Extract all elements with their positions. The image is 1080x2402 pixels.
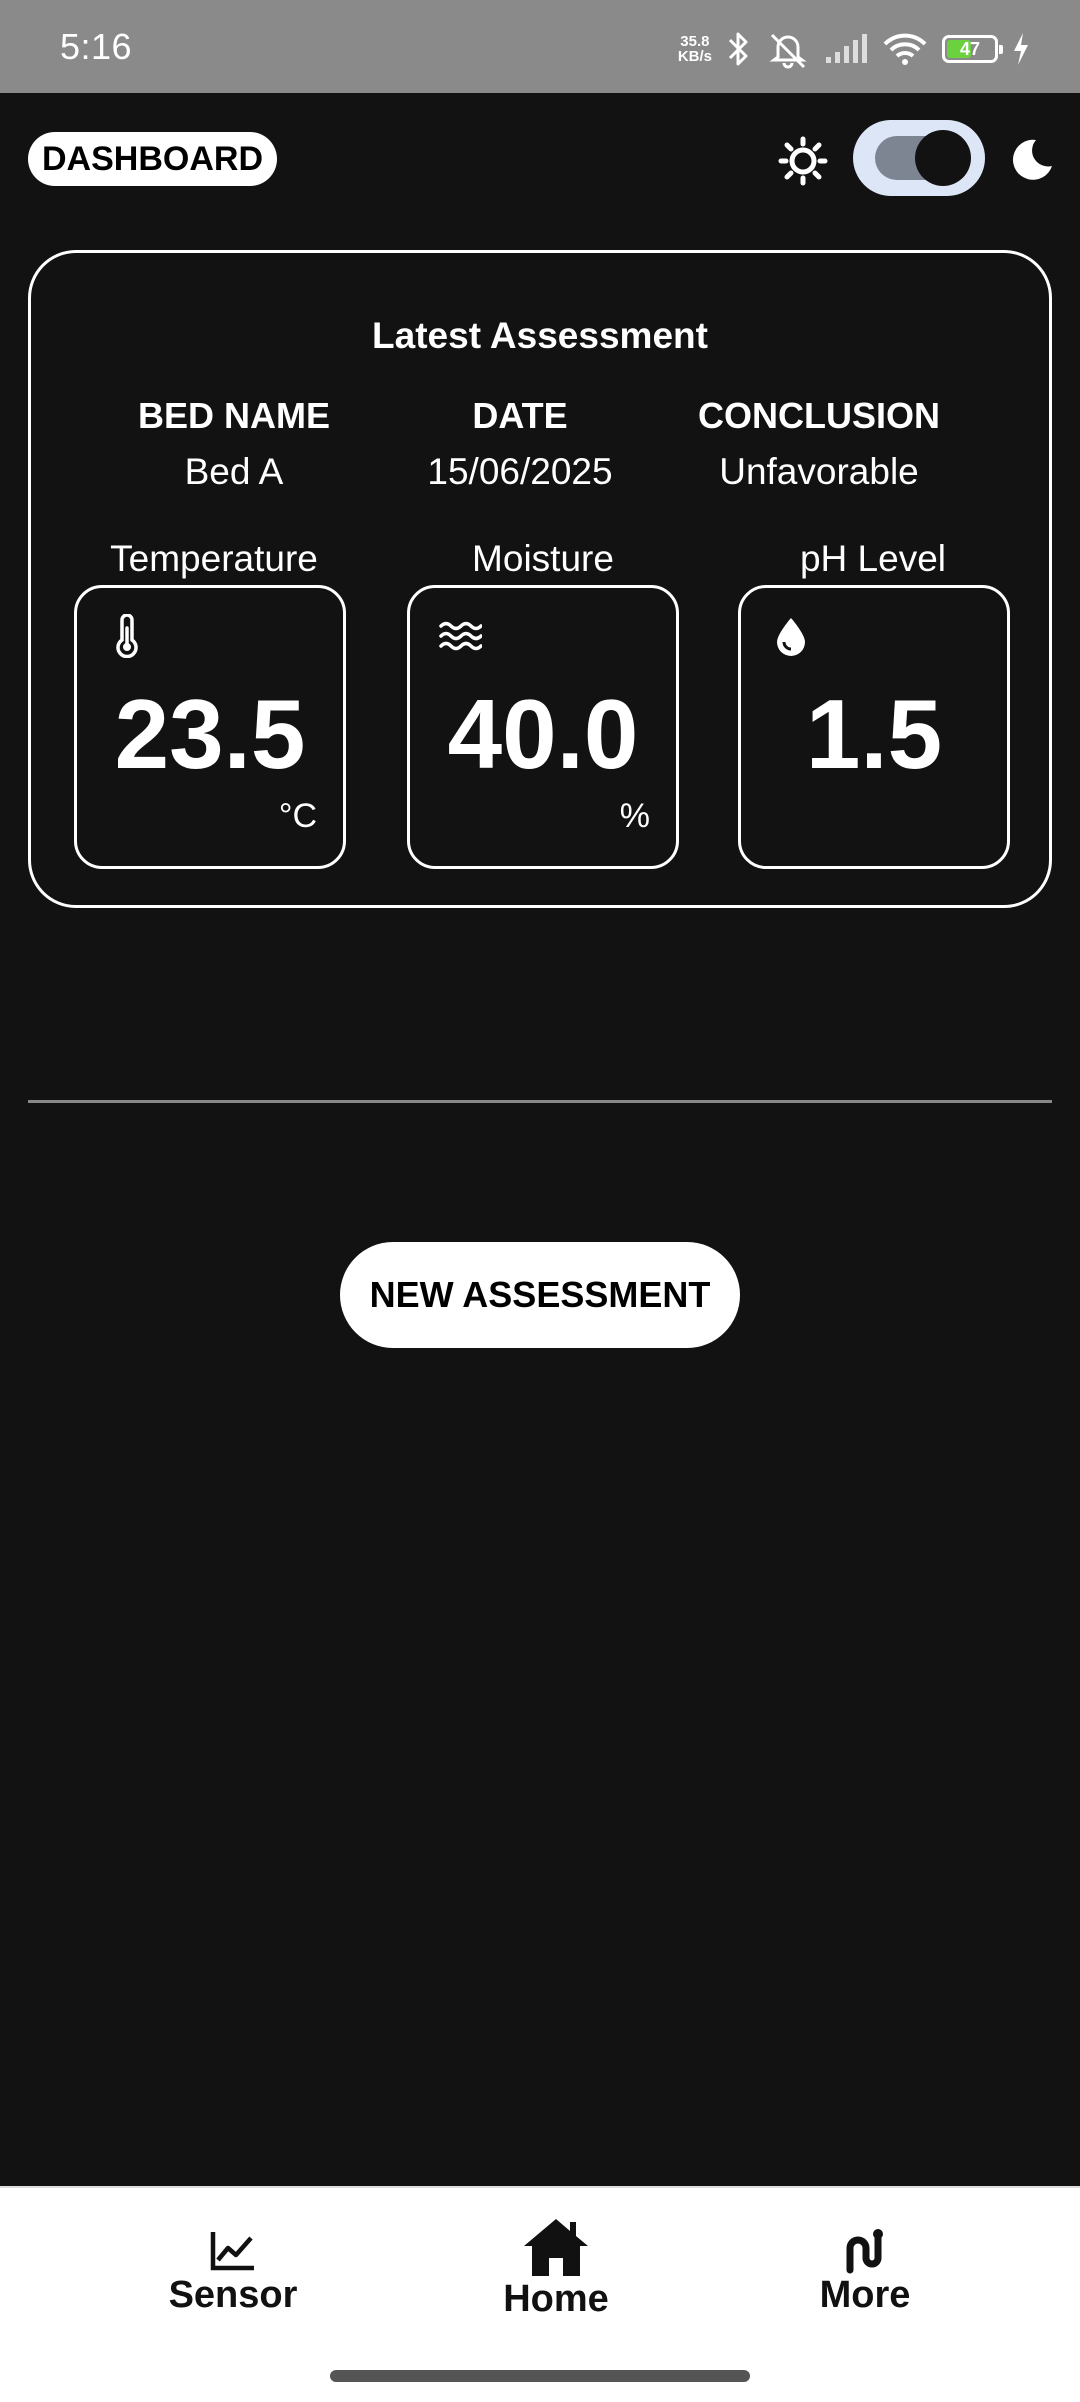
sun-icon [778, 136, 828, 186]
bed-name-column: BED NAME Bed A [74, 395, 394, 493]
nav-label-more: More [819, 2274, 911, 2316]
temperature-tile: 23.5 °C [74, 585, 346, 869]
home-indicator [330, 2370, 750, 2382]
temperature-value: 23.5 [114, 679, 306, 789]
bed-name-value: Bed A [184, 451, 284, 492]
status-icons: 35.8 KB/s 47 [678, 28, 1030, 70]
net-speed-value: 35.8 [680, 33, 710, 50]
bed-name-header: BED NAME [137, 395, 330, 436]
signal-icon [826, 34, 867, 63]
nav-label-home: Home [503, 2278, 609, 2320]
wifi-icon [883, 33, 927, 65]
toggle-knob [915, 130, 971, 186]
temperature-unit: °C [278, 797, 317, 835]
bottom-navigation: Sensor Home More [0, 2186, 1080, 2402]
thermometer-icon [116, 614, 138, 658]
date-column: DATE 15/06/2025 [360, 395, 680, 493]
worm-icon [846, 2229, 883, 2274]
temperature-label: Temperature [110, 538, 318, 579]
status-time: 5:16 [60, 26, 133, 67]
moisture-label: Moisture [472, 538, 614, 579]
charging-icon [1014, 33, 1028, 65]
net-speed: 35.8 KB/s [678, 34, 712, 64]
moisture-unit: % [619, 797, 650, 835]
page-title: DASHBOARD [28, 132, 277, 186]
water-drop-icon [777, 618, 805, 656]
bell-off-icon [769, 33, 807, 69]
conclusion-column: CONCLUSION Unfavorable [659, 395, 979, 493]
battery-level: 47 [959, 38, 981, 59]
divider [28, 1100, 1052, 1103]
moisture-tile: 40.0 % [407, 585, 679, 869]
conclusion-header: CONCLUSION [698, 395, 940, 436]
nav-label-sensor: Sensor [168, 2274, 298, 2316]
chart-line-icon [210, 2232, 254, 2271]
nav-item-home[interactable]: Home [436, 2216, 676, 2321]
home-icon [524, 2219, 588, 2276]
nav-item-more[interactable]: More [745, 2226, 985, 2317]
moon-icon [1012, 139, 1052, 180]
net-speed-unit: KB/s [677, 48, 712, 65]
status-bar: 5:16 35.8 KB/s 47 [0, 0, 1080, 93]
battery-icon: 47 [942, 35, 1003, 63]
new-assessment-button[interactable]: NEW ASSESSMENT [340, 1242, 740, 1348]
theme-toggle[interactable] [853, 120, 985, 196]
waves-icon [439, 621, 482, 651]
card-title: Latest Assessment [372, 315, 708, 356]
date-header: DATE [472, 395, 568, 436]
date-value: 15/06/2025 [427, 451, 613, 492]
ph-value: 1.5 [805, 679, 943, 789]
conclusion-value: Unfavorable [719, 451, 919, 492]
moisture-value: 40.0 [447, 679, 639, 789]
ph-tile: 1.5 [738, 585, 1010, 869]
bluetooth-icon [728, 32, 748, 66]
assessment-card: Latest Assessment BED NAME Bed A DATE 15… [28, 250, 1052, 908]
nav-item-sensor[interactable]: Sensor [113, 2228, 353, 2317]
ph-label: pH Level [799, 538, 947, 579]
